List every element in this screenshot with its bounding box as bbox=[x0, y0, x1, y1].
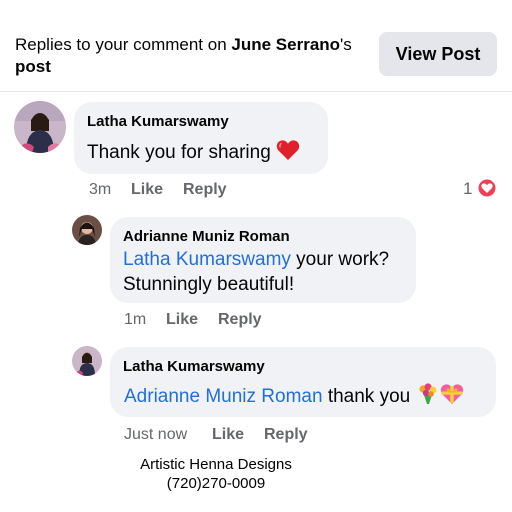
comment-text-3-body: thank you bbox=[322, 386, 411, 407]
comment-text-1-body: Thank you for sharing bbox=[87, 142, 271, 163]
heart-with-ribbon-icon bbox=[440, 383, 464, 413]
comment-time-3: Just now bbox=[124, 426, 188, 443]
post-author-name[interactable]: June Serrano bbox=[231, 35, 340, 54]
like-button-3[interactable]: Like bbox=[212, 426, 244, 444]
comment-author-1[interactable]: Latha Kumarswamy bbox=[87, 113, 229, 130]
like-button-1[interactable]: Like bbox=[131, 181, 163, 199]
comment-time-1: 3m bbox=[89, 181, 112, 198]
business-watermark: Artistic Henna Designs (720)270-0009 bbox=[116, 455, 316, 493]
like-button-2[interactable]: Like bbox=[166, 311, 198, 329]
comment-text-1: Thank you for sharing bbox=[87, 139, 300, 169]
comment-text-2-line1: Latha Kumarswamy your work? bbox=[123, 247, 389, 273]
reply-button-3[interactable]: Reply bbox=[264, 426, 308, 444]
avatar-latha-small[interactable] bbox=[72, 346, 102, 376]
red-heart-icon bbox=[276, 139, 300, 169]
bouquet-icon bbox=[416, 383, 440, 413]
business-name: Artistic Henna Designs bbox=[140, 456, 292, 473]
view-post-button[interactable]: View Post bbox=[379, 32, 497, 76]
header-prefix: Replies to your comment on bbox=[15, 35, 232, 54]
comment-text-2-line2: Stunningly beautiful! bbox=[123, 274, 295, 295]
business-phone: (720)270-0009 bbox=[166, 475, 266, 492]
header-suffix: 's bbox=[340, 35, 352, 54]
reaction-count-1[interactable]: 1 bbox=[463, 179, 472, 199]
comment-text-2-body: your work? bbox=[290, 249, 390, 270]
post-word: post bbox=[15, 57, 51, 76]
comment-text-3: Adrianne Muniz Roman thank you bbox=[124, 383, 464, 413]
header-text: Replies to your comment on June Serrano'… bbox=[15, 34, 375, 78]
avatar-latha[interactable] bbox=[14, 101, 66, 153]
avatar-adrianne[interactable] bbox=[72, 215, 102, 245]
reply-button-1[interactable]: Reply bbox=[183, 181, 227, 199]
comment-time-2: 1m bbox=[124, 311, 147, 328]
comment-author-3[interactable]: Latha Kumarswamy bbox=[123, 358, 265, 375]
notification-header: Replies to your comment on June Serrano'… bbox=[0, 0, 512, 92]
reply-button-2[interactable]: Reply bbox=[218, 311, 262, 329]
mention-latha[interactable]: Latha Kumarswamy bbox=[123, 249, 291, 270]
mention-adrianne[interactable]: Adrianne Muniz Roman bbox=[124, 386, 323, 407]
comment-author-2[interactable]: Adrianne Muniz Roman bbox=[123, 228, 290, 245]
love-reaction-icon[interactable] bbox=[477, 178, 497, 198]
